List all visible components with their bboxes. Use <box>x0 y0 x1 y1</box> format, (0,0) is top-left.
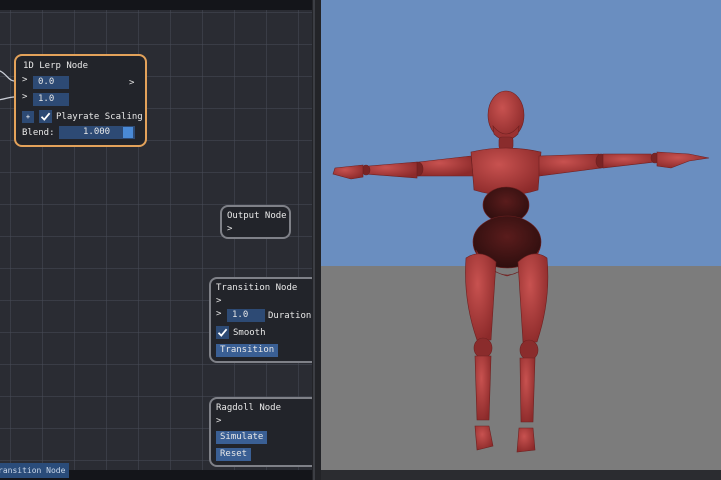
add-input-button[interactable]: + <box>22 111 34 123</box>
link-wire-b <box>0 96 15 101</box>
lerp-output-pin[interactable]: > <box>129 78 134 88</box>
ragdoll-node[interactable]: Ragdoll Node > Simulate Reset <box>209 397 312 467</box>
duration-field[interactable]: 1.0 <box>227 309 265 322</box>
transition-node[interactable]: Transition Node > > 1.0 Duration Smooth … <box>209 277 312 363</box>
ragdoll-node-title: Ragdoll Node <box>216 403 282 413</box>
lerp-input-pin-b[interactable]: > <box>22 92 27 102</box>
ragdoll-input-pin[interactable]: > <box>216 416 221 426</box>
transition-input-pin-1[interactable]: > <box>216 296 221 306</box>
playrate-scaling-label: Playrate Scaling <box>56 112 143 122</box>
blend-value: 1.000 <box>83 127 111 137</box>
lerp-input-b-field[interactable]: 1.0 <box>33 93 69 106</box>
character-model <box>332 90 710 453</box>
lerp-input-pin-a[interactable]: > <box>22 75 27 85</box>
link-wire-a <box>0 70 15 82</box>
reset-button[interactable]: Reset <box>216 448 252 461</box>
smooth-label: Smooth <box>233 328 266 338</box>
check-icon <box>217 328 228 337</box>
output-node[interactable]: Output Node > <box>220 205 291 239</box>
transition-input-pin-2[interactable]: > <box>216 309 221 319</box>
lerp-input-a-field[interactable]: 0.0 <box>33 76 69 89</box>
blend-label: Blend: <box>22 128 55 138</box>
output-node-title: Output Node <box>227 211 287 221</box>
3d-viewport[interactable] <box>321 0 721 480</box>
blend-slider[interactable]: 1.000 <box>59 126 135 139</box>
lerp-node[interactable]: 1D Lerp Node > 0.0 > > 1.0 + Playrate Sc… <box>14 54 147 147</box>
lerp-node-title: 1D Lerp Node <box>23 61 89 71</box>
blend-slider-handle[interactable] <box>123 127 133 138</box>
bottom-tab[interactable]: ransition Node <box>0 463 70 478</box>
transition-node-title: Transition Node <box>216 283 298 293</box>
smooth-checkbox[interactable] <box>216 326 229 339</box>
check-icon <box>40 112 51 121</box>
panel-splitter[interactable] <box>312 0 321 480</box>
transition-button[interactable]: Transition <box>216 344 279 357</box>
playrate-scaling-checkbox[interactable] <box>39 110 52 123</box>
node-editor-canvas[interactable]: 1D Lerp Node > 0.0 > > 1.0 + Playrate Sc… <box>0 0 312 470</box>
simulate-button[interactable]: Simulate <box>216 431 268 444</box>
output-input-pin[interactable]: > <box>227 224 232 234</box>
duration-label: Duration <box>268 311 312 321</box>
